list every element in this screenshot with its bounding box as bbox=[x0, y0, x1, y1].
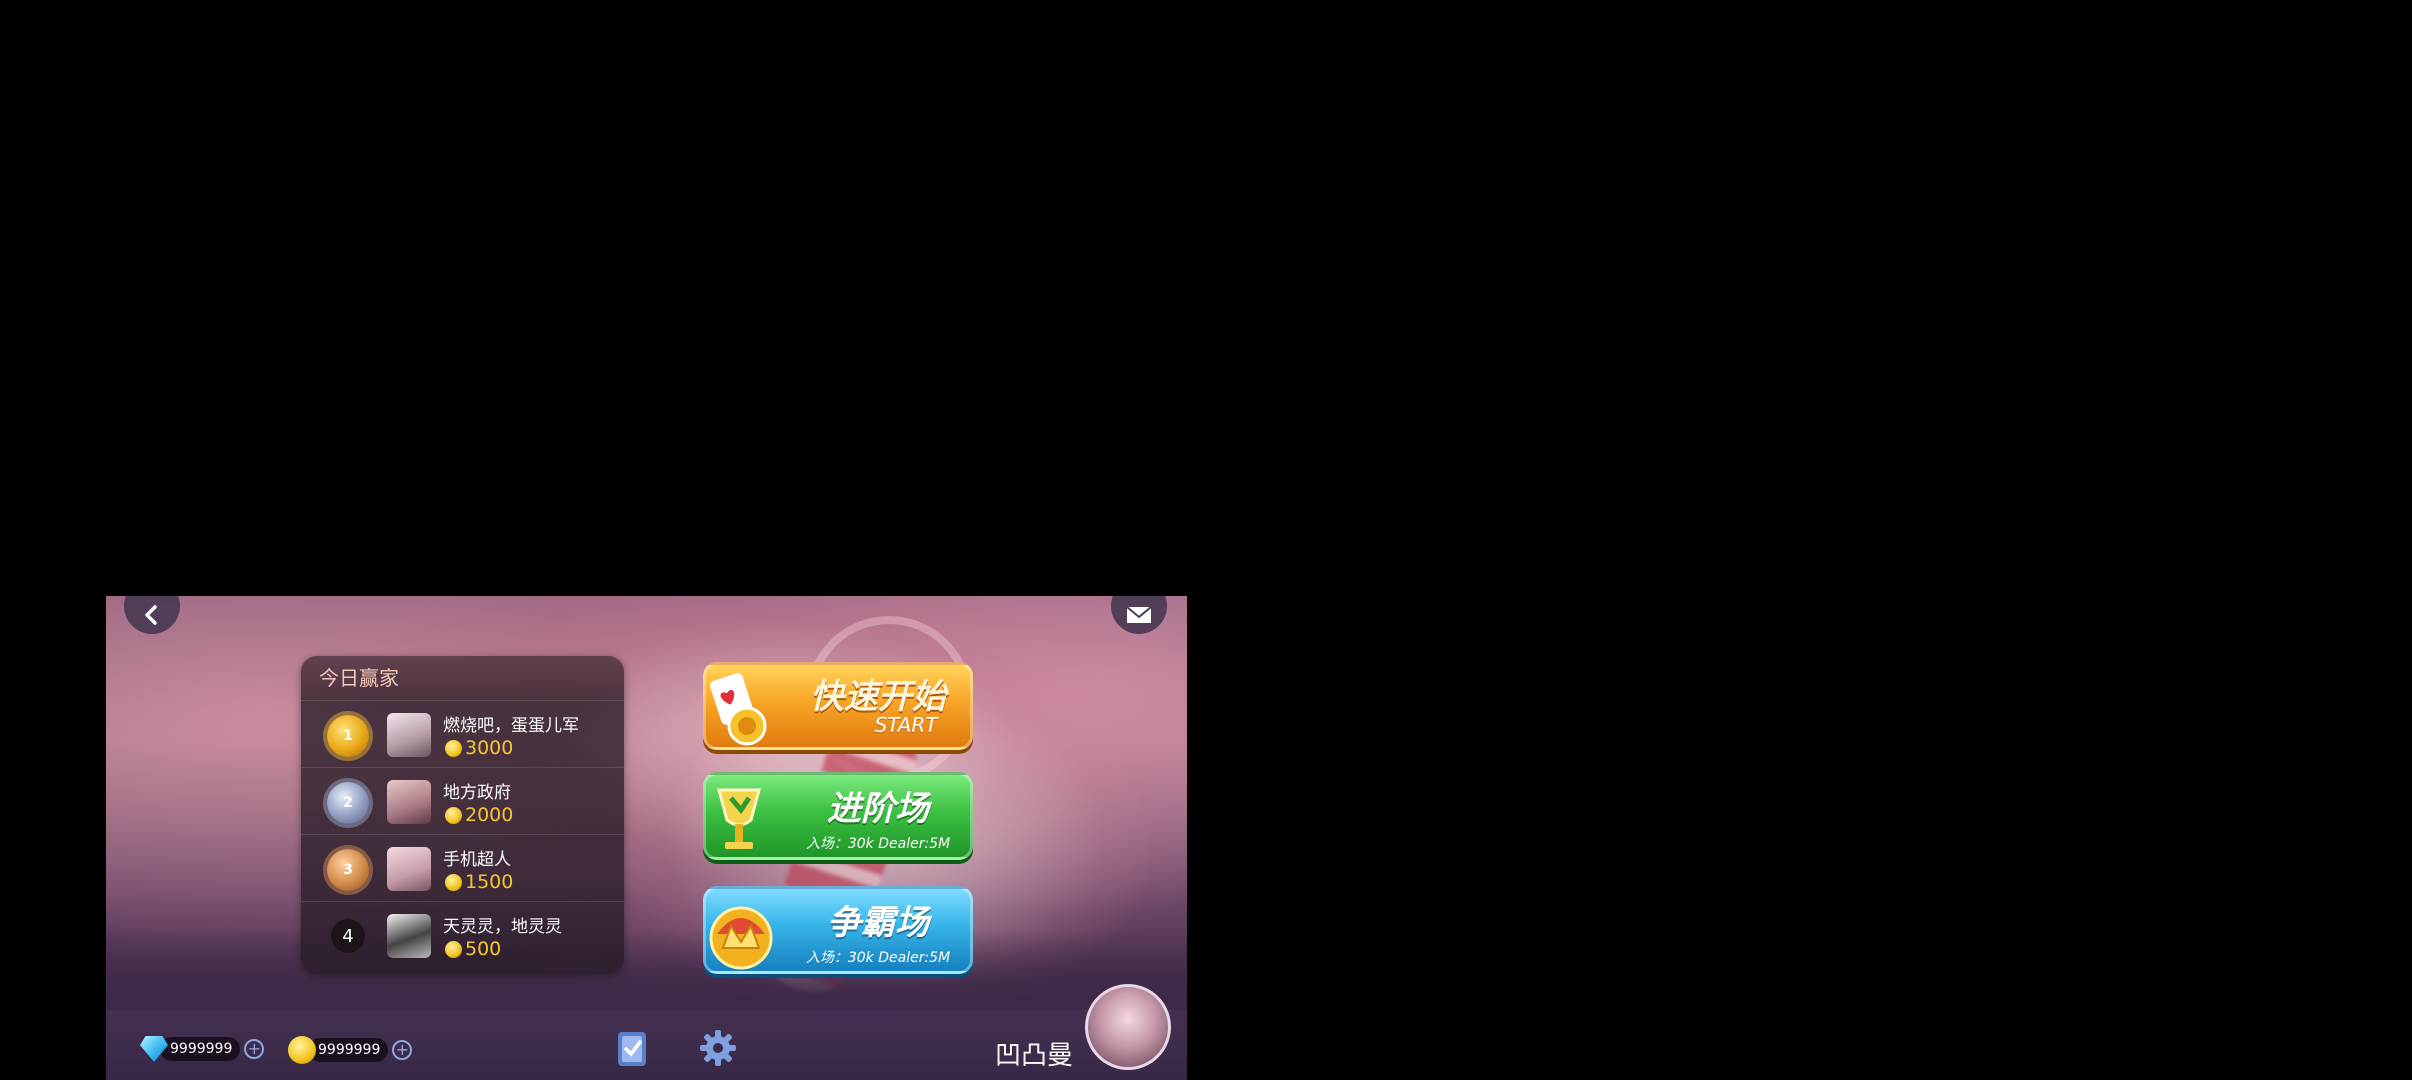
trophy-icon bbox=[698, 777, 784, 863]
player-score: 2000 bbox=[445, 804, 513, 826]
coin-amount: 9999999 bbox=[308, 1038, 389, 1062]
crown-icon bbox=[698, 891, 784, 977]
player-name: 燃烧吧，蛋蛋儿军 bbox=[443, 716, 579, 736]
champion-room-title: 争霸场 bbox=[827, 903, 929, 943]
add-coin-button[interactable]: + bbox=[392, 1040, 413, 1060]
advanced-room-entry: 入场：30k Dealer:5M bbox=[805, 836, 951, 852]
avatar bbox=[387, 780, 431, 824]
quick-start-subtitle: START bbox=[874, 713, 938, 737]
gear-icon bbox=[700, 1030, 736, 1066]
coin-icon bbox=[445, 940, 462, 958]
gold-coin-icon bbox=[288, 1036, 316, 1064]
player-name: 手机超人 bbox=[443, 850, 511, 870]
diamond-balance: 9999999 + bbox=[140, 1036, 265, 1062]
player-score: 3000 bbox=[445, 737, 513, 759]
tasks-button[interactable] bbox=[614, 1030, 650, 1068]
checklist-icon bbox=[618, 1032, 646, 1066]
gold-medal-icon: 1 bbox=[327, 715, 369, 757]
avatar bbox=[387, 914, 431, 958]
avatar bbox=[387, 847, 431, 891]
leaderboard-row[interactable]: 2 地方政府 2000 bbox=[301, 767, 624, 834]
diamond-amount: 9999999 bbox=[160, 1037, 241, 1061]
bronze-medal-icon: 3 bbox=[327, 849, 369, 891]
coin-balance: 9999999 + bbox=[288, 1036, 413, 1064]
coin-icon bbox=[445, 806, 462, 824]
player-score: 500 bbox=[445, 938, 501, 960]
leaderboard-row[interactable]: 4 天灵灵，地灵灵 500 bbox=[301, 901, 624, 968]
settings-button[interactable] bbox=[698, 1028, 738, 1068]
player-score: 1500 bbox=[445, 871, 513, 893]
coin-icon bbox=[445, 739, 462, 757]
chevron-left-icon bbox=[145, 605, 157, 625]
player-avatar[interactable] bbox=[1085, 984, 1171, 1070]
rank-number: 4 bbox=[331, 919, 365, 953]
username: 凹凸曼 bbox=[995, 1041, 1074, 1071]
silver-medal-icon: 2 bbox=[327, 782, 369, 824]
advanced-room-button[interactable]: 进阶场 入场：30k Dealer:5M bbox=[703, 772, 973, 860]
winners-leaderboard: 今日赢家 1 燃烧吧，蛋蛋儿军 3000 2 地方政府 2000 3 手机超人 … bbox=[301, 656, 624, 974]
game-screen: 今日赢家 1 燃烧吧，蛋蛋儿军 3000 2 地方政府 2000 3 手机超人 … bbox=[106, 596, 1187, 1080]
back-button[interactable] bbox=[124, 596, 180, 634]
bottom-bar: 9999999 + 9999999 + 凹凸曼 bbox=[106, 984, 1187, 1080]
leaderboard-row[interactable]: 3 手机超人 1500 bbox=[301, 834, 624, 901]
add-diamond-button[interactable]: + bbox=[244, 1039, 265, 1059]
player-name: 地方政府 bbox=[443, 783, 511, 803]
cards-chips-icon bbox=[698, 667, 784, 753]
mail-button[interactable] bbox=[1111, 596, 1167, 634]
mail-icon bbox=[1126, 606, 1152, 623]
champion-room-button[interactable]: 争霸场 入场：30k Dealer:5M bbox=[703, 886, 973, 974]
advanced-room-title: 进阶场 bbox=[827, 789, 929, 829]
quick-start-title: 快速开始 bbox=[810, 677, 946, 717]
coin-icon bbox=[445, 873, 462, 891]
player-name: 天灵灵，地灵灵 bbox=[443, 917, 562, 937]
avatar bbox=[387, 713, 431, 757]
leaderboard-title: 今日赢家 bbox=[301, 656, 624, 700]
champion-room-entry: 入场：30k Dealer:5M bbox=[805, 950, 951, 966]
quick-start-button[interactable]: 快速开始 START bbox=[703, 662, 973, 750]
leaderboard-row[interactable]: 1 燃烧吧，蛋蛋儿军 3000 bbox=[301, 700, 624, 767]
